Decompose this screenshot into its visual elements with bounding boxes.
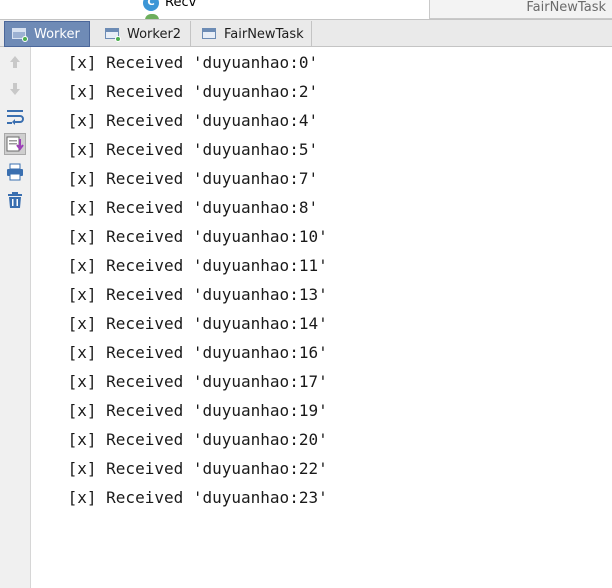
soft-wrap-icon (7, 110, 24, 125)
tree-item-label: Recv (165, 0, 197, 10)
up-arrow-icon (10, 56, 20, 68)
side-panel-title: FairNewTask (526, 0, 606, 15)
print-icon (7, 163, 23, 181)
tab-label: Worker (34, 26, 80, 42)
tree-item-recv[interactable]: C Recv (143, 0, 196, 11)
tab-fairnewtask[interactable]: FairNewTask (195, 21, 312, 47)
trash-icon (8, 192, 22, 208)
console-line: [x] Received 'duyuanhao:17' (58, 372, 328, 391)
scroll-to-end-icon (6, 136, 24, 152)
console-line: [x] Received 'duyuanhao:2' (58, 82, 319, 101)
tab-worker[interactable]: Worker (4, 21, 90, 47)
tab-label: FairNewTask (224, 26, 304, 42)
console-line: [x] Received 'duyuanhao:4' (58, 111, 319, 130)
console-line: [x] Received 'duyuanhao:7' (58, 169, 319, 188)
top-strip: C Recv FairNewTask (0, 0, 612, 20)
down-arrow-button[interactable] (4, 78, 26, 100)
print-button[interactable] (4, 161, 26, 183)
tab-label: Worker2 (127, 26, 182, 42)
clear-all-button[interactable] (4, 189, 26, 211)
console-line: [x] Received 'duyuanhao:10' (58, 227, 328, 246)
console-line: [x] Received 'duyuanhao:8' (58, 198, 319, 217)
class-c-icon: C (143, 0, 159, 11)
console-line: [x] Received 'duyuanhao:20' (58, 430, 328, 449)
console-line: [x] Received 'duyuanhao:16' (58, 343, 328, 362)
console-line: [x] Received 'duyuanhao:19' (58, 401, 328, 420)
side-panel-header[interactable]: FairNewTask (429, 0, 612, 19)
run-tab-bar: Worker Worker2 FairNewTask (0, 19, 612, 47)
scroll-to-end-button[interactable] (4, 133, 26, 155)
console-line: [x] Received 'duyuanhao:13' (58, 285, 328, 304)
console-line: [x] Received 'duyuanhao:11' (58, 256, 328, 275)
run-window-icon (11, 26, 29, 42)
soft-wrap-button[interactable] (4, 106, 26, 128)
down-arrow-icon (10, 83, 20, 95)
console-line: [x] Received 'duyuanhao:23' (58, 488, 328, 507)
console-line: [x] Received 'duyuanhao:0' (58, 53, 319, 72)
console-toolbar (0, 47, 31, 588)
run-window-icon (104, 26, 122, 42)
tab-worker2[interactable]: Worker2 (98, 21, 191, 47)
up-arrow-button[interactable] (4, 51, 26, 73)
console-line: [x] Received 'duyuanhao:5' (58, 140, 319, 159)
console-line: [x] Received 'duyuanhao:14' (58, 314, 328, 333)
console-line: [x] Received 'duyuanhao:22' (58, 459, 328, 478)
run-window-icon (201, 26, 219, 42)
console-output[interactable]: [x] Received 'duyuanhao:0' [x] Received … (32, 47, 612, 588)
